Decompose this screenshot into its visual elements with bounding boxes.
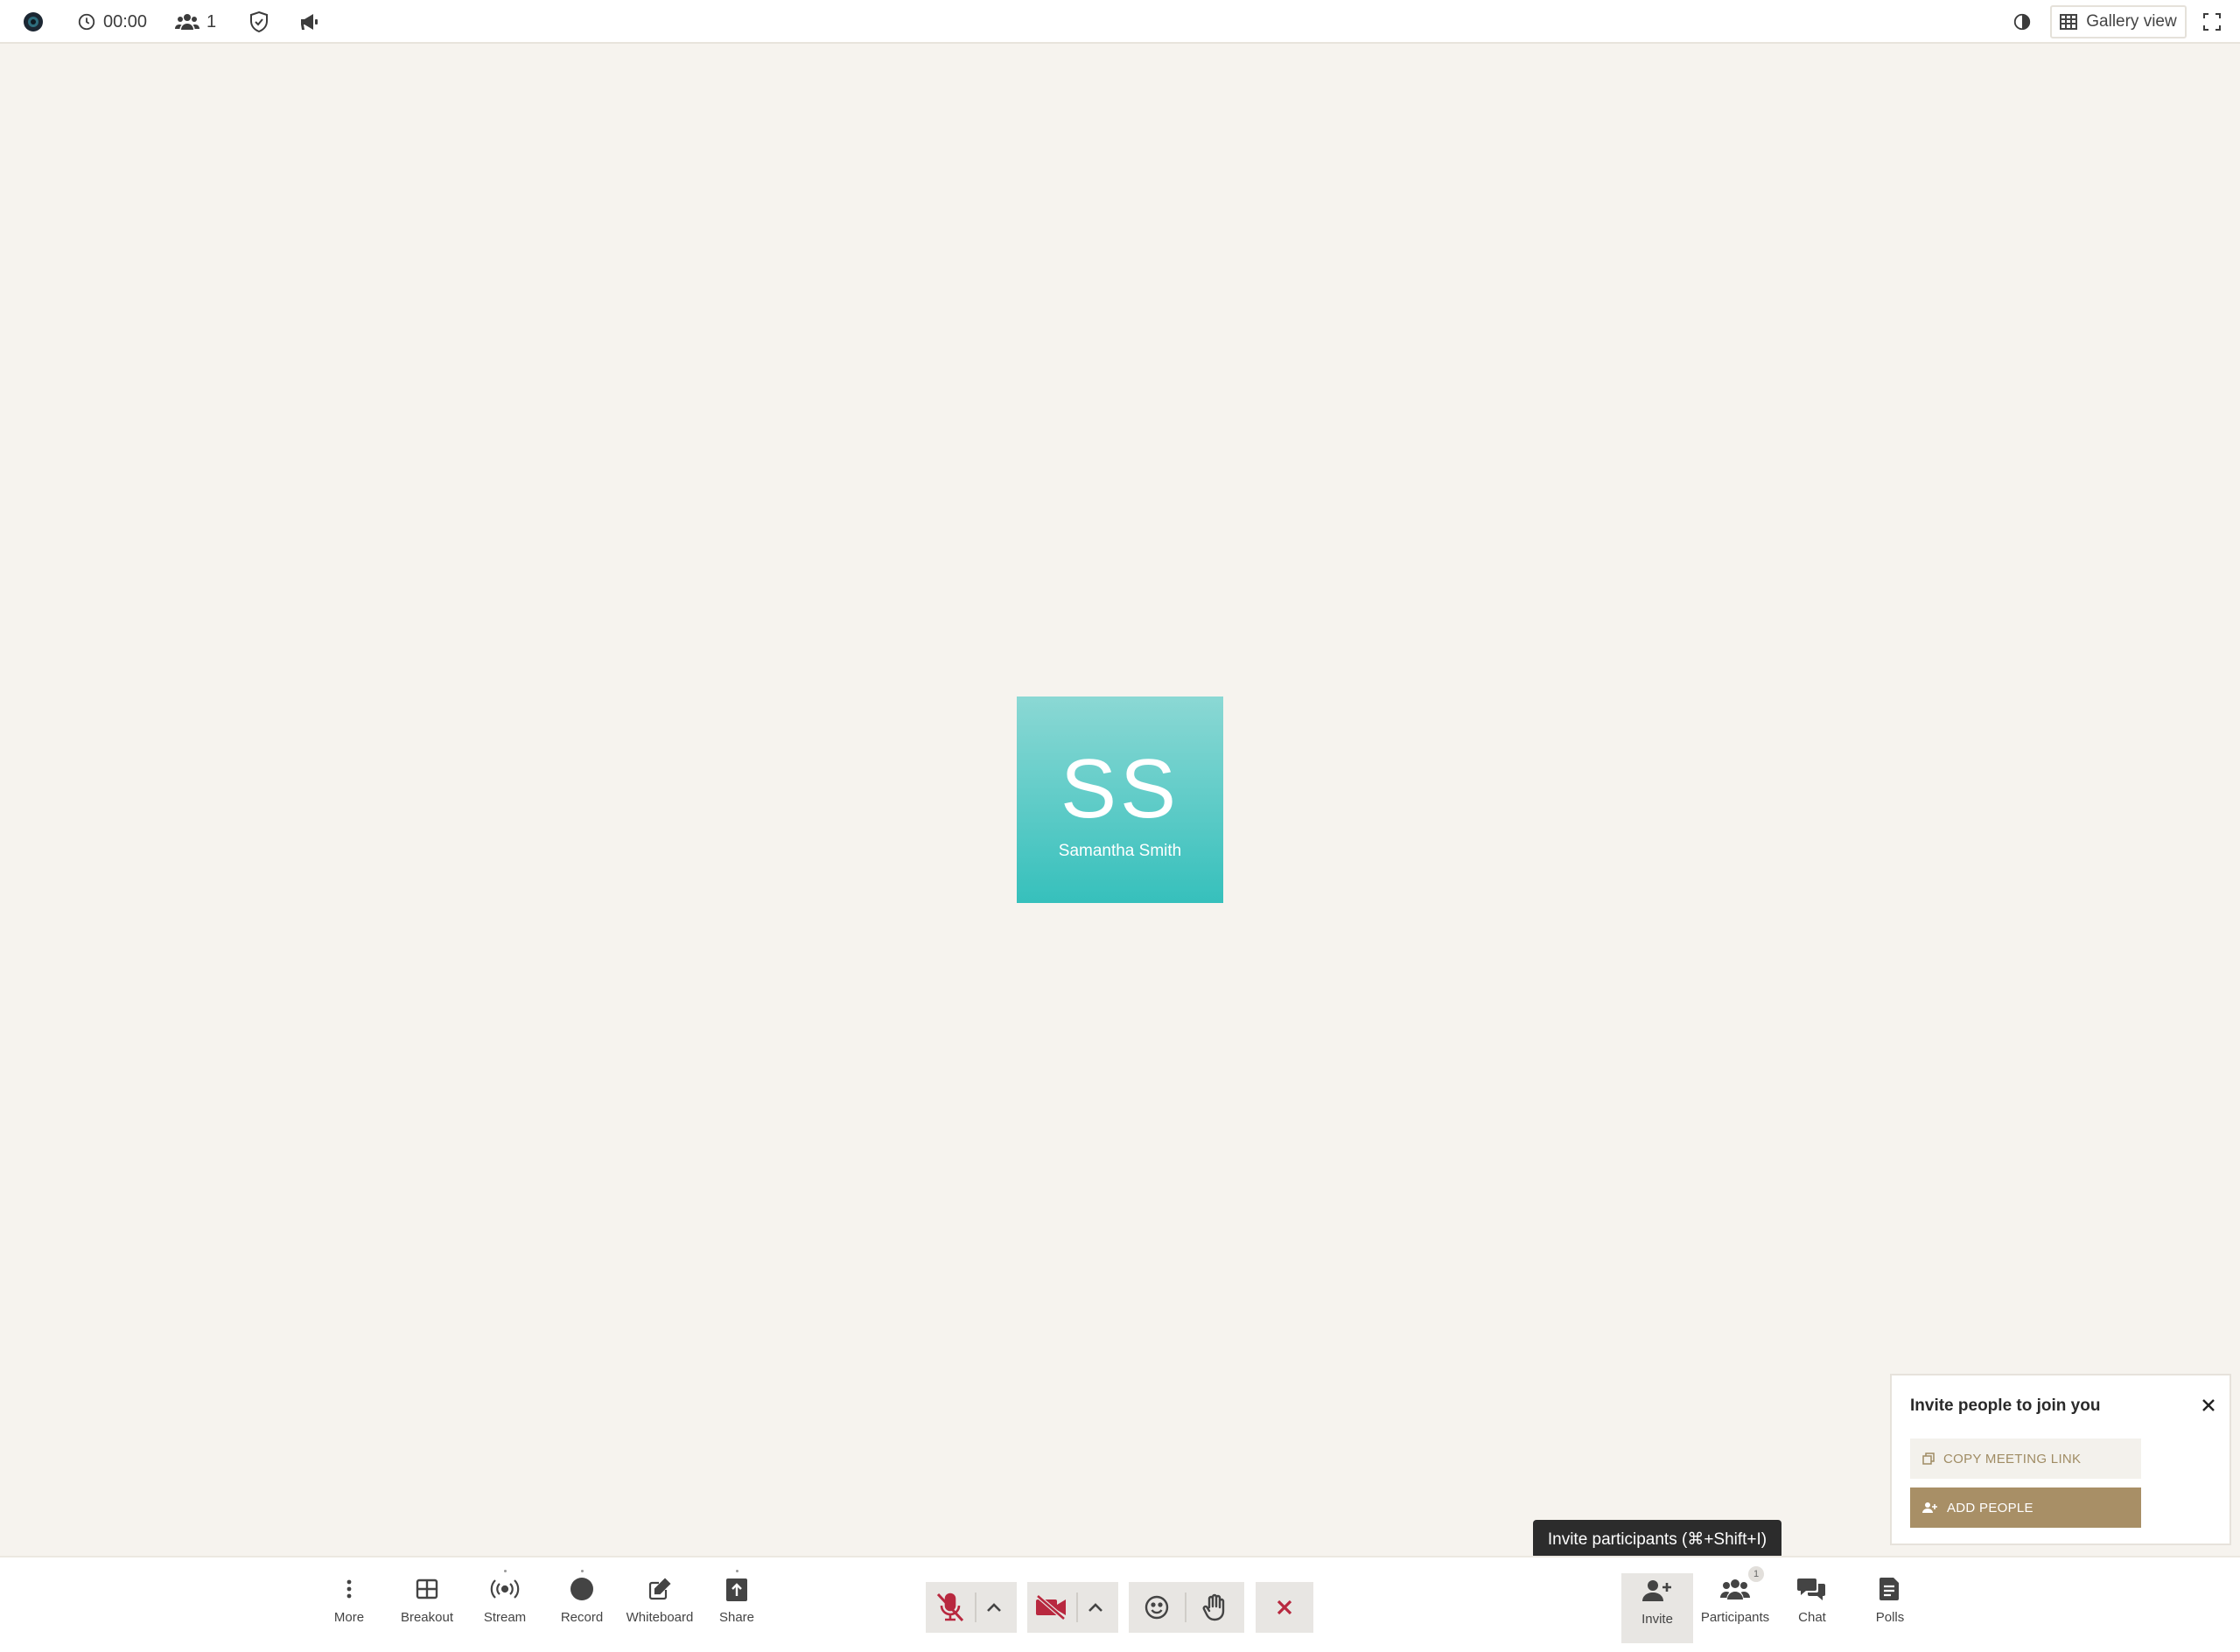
gallery-view-button[interactable]: Gallery view: [2050, 5, 2187, 38]
people-icon: [1720, 1579, 1750, 1600]
more-button[interactable]: More: [313, 1572, 385, 1640]
more-vertical-icon: [346, 1579, 352, 1599]
meeting-timer: 00:00: [77, 0, 147, 44]
mic-control-group: [926, 1582, 1017, 1633]
invite-tooltip-text: Invite participants (⌘+Shift+I): [1547, 1530, 1768, 1549]
raise-hand-button[interactable]: [1186, 1582, 1242, 1633]
copy-icon: [1922, 1452, 1935, 1465]
close-icon: [1277, 1600, 1292, 1615]
fullscreen-icon[interactable]: [2203, 0, 2221, 44]
add-people-button[interactable]: ADD PEOPLE: [1910, 1488, 2141, 1528]
camera-control-group: [1027, 1582, 1118, 1633]
share-button[interactable]: Share: [701, 1570, 773, 1640]
grid-icon: [416, 1578, 438, 1600]
close-icon[interactable]: [2196, 1393, 2221, 1418]
participant-tile[interactable]: SS Samantha Smith: [1017, 696, 1223, 903]
participants-button[interactable]: 1 Participants: [1699, 1566, 1771, 1640]
security-shield-icon[interactable]: [248, 0, 270, 44]
whiteboard-button[interactable]: Whiteboard: [624, 1572, 696, 1640]
invite-tooltip: Invite participants (⌘+Shift+I): [1533, 1520, 1782, 1567]
mic-options-button[interactable]: [976, 1582, 1012, 1633]
record-button[interactable]: Record: [546, 1570, 618, 1640]
record-label: Record: [560, 1610, 604, 1625]
grid-icon: [2060, 14, 2078, 30]
broadcast-icon: [490, 1579, 520, 1599]
edit-icon: [648, 1578, 671, 1600]
camera-options-button[interactable]: [1078, 1582, 1113, 1633]
participants-label: Participants: [1700, 1610, 1770, 1625]
share-label: Share: [718, 1610, 755, 1625]
breakout-button[interactable]: Breakout: [391, 1572, 463, 1640]
add-user-icon: [1642, 1580, 1671, 1601]
invite-panel-title: Invite people to join you: [1910, 1396, 2101, 1415]
stream-label: Stream: [483, 1610, 527, 1625]
participant-initials: SS: [1060, 742, 1180, 836]
polls-icon: [1880, 1578, 1899, 1600]
copy-meeting-link-button[interactable]: COPY MEETING LINK: [1910, 1438, 2141, 1479]
chat-label: Chat: [1798, 1610, 1826, 1625]
gallery-view-label: Gallery view: [2086, 12, 2177, 31]
add-user-icon: [1922, 1502, 1937, 1513]
whiteboard-label: Whiteboard: [626, 1610, 694, 1625]
invite-label: Invite: [1642, 1612, 1673, 1627]
theme-contrast-icon[interactable]: [2012, 0, 2032, 44]
more-label: More: [333, 1610, 365, 1625]
top-bar: 00:00 1 Gallery view: [0, 0, 2240, 44]
reactions-control-group: [1129, 1582, 1244, 1633]
mic-off-icon: [936, 1592, 964, 1622]
chat-button[interactable]: Chat: [1776, 1572, 1848, 1640]
participant-name: Samantha Smith: [1058, 842, 1182, 860]
timer-text: 00:00: [103, 11, 148, 32]
bottom-toolbar: More Breakout Stream Record Whiteboard S…: [0, 1556, 2240, 1652]
camera-toggle-button[interactable]: [1027, 1582, 1076, 1633]
share-upload-icon: [726, 1578, 747, 1601]
add-people-label: ADD PEOPLE: [1947, 1500, 2034, 1516]
invite-panel: Invite people to join you COPY MEETING L…: [1890, 1374, 2231, 1545]
polls-label: Polls: [1875, 1610, 1905, 1625]
smiley-icon: [1144, 1595, 1169, 1620]
clock-icon: [78, 13, 95, 31]
reactions-button[interactable]: [1129, 1582, 1185, 1633]
chevron-up-icon: [987, 1603, 1001, 1612]
breakout-label: Breakout: [400, 1610, 454, 1625]
chevron-up-icon: [1088, 1603, 1102, 1612]
mic-toggle-button[interactable]: [926, 1582, 975, 1633]
video-off-icon: [1036, 1594, 1066, 1620]
app-logo-icon: [23, 0, 44, 44]
leave-meeting-button[interactable]: [1256, 1582, 1313, 1633]
participants-badge: 1: [1748, 1566, 1764, 1582]
stream-button[interactable]: Stream: [469, 1570, 541, 1640]
record-icon: [570, 1578, 593, 1600]
megaphone-icon[interactable]: [299, 0, 320, 44]
invite-button[interactable]: Invite: [1621, 1573, 1693, 1643]
participant-count-text: 1: [206, 11, 217, 32]
copy-meeting-link-label: COPY MEETING LINK: [1943, 1451, 2082, 1466]
chat-icon: [1797, 1578, 1825, 1600]
hand-icon: [1202, 1593, 1225, 1621]
participant-count[interactable]: 1: [175, 0, 216, 44]
polls-button[interactable]: Polls: [1854, 1572, 1926, 1640]
people-icon: [175, 14, 200, 30]
